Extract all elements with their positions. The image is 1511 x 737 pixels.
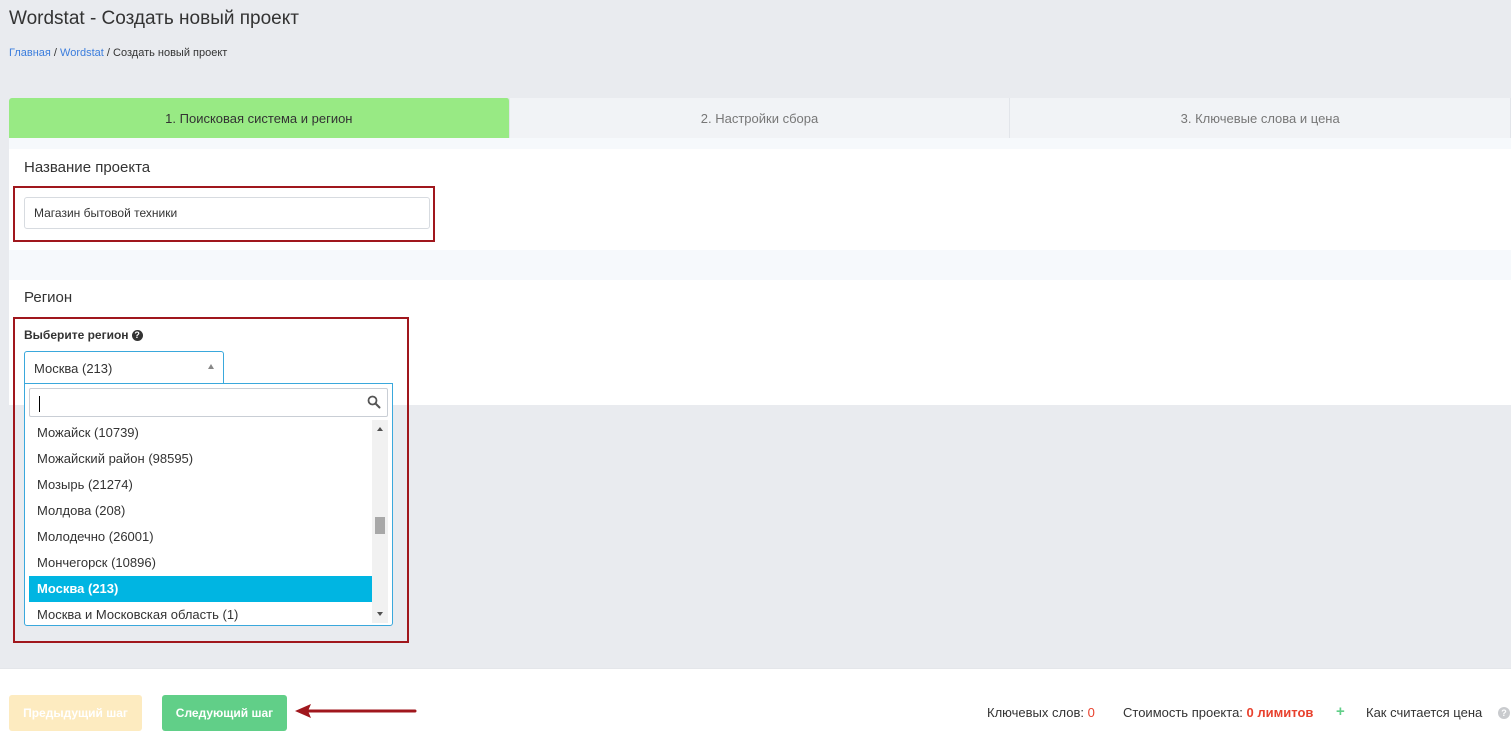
cost-label: Стоимость проекта: bbox=[1123, 705, 1243, 720]
region-option[interactable]: Москва и Московская область (1) bbox=[29, 602, 372, 623]
add-limits-button[interactable]: + bbox=[1336, 703, 1345, 720]
breadcrumb-wordstat-link[interactable]: Wordstat bbox=[60, 47, 104, 59]
tab-search-engine-region[interactable]: 1. Поисковая система и регион bbox=[9, 98, 510, 138]
panel-divider bbox=[9, 138, 1511, 149]
region-label-text: Выберите регион bbox=[24, 328, 129, 342]
cost-value: 0 лимитов bbox=[1246, 705, 1314, 720]
breadcrumb: Главная / Wordstat / Создать новый проек… bbox=[9, 47, 227, 59]
caret-up-icon bbox=[208, 364, 214, 369]
question-circle-icon[interactable]: ? bbox=[131, 329, 143, 341]
region-option[interactable]: Молодечно (26001) bbox=[29, 524, 372, 550]
region-options-list: Можайск (10739) Можайский район (98595) … bbox=[29, 420, 372, 623]
how-price-link[interactable]: Как считается цена bbox=[1366, 705, 1482, 720]
footer-bar: Предыдущий шаг Следующий шаг Ключевых сл… bbox=[0, 668, 1511, 737]
region-field-label: Выберите регион ? bbox=[24, 328, 143, 342]
wizard-tabs: 1. Поисковая система и регион 2. Настрой… bbox=[9, 98, 1511, 138]
region-option[interactable]: Можайский район (98595) bbox=[29, 446, 372, 472]
scroll-up-arrow-icon[interactable] bbox=[377, 427, 383, 431]
arrow-annotation-icon bbox=[295, 704, 417, 718]
scroll-down-arrow-icon[interactable] bbox=[377, 612, 383, 616]
keywords-label: Ключевых слов: bbox=[987, 705, 1084, 720]
region-select[interactable]: Москва (213) bbox=[24, 351, 224, 384]
region-option[interactable]: Мончегорск (10896) bbox=[29, 550, 372, 576]
project-cost: Стоимость проекта: 0 лимитов bbox=[1123, 705, 1313, 720]
tab-collection-settings[interactable]: 2. Настройки сбора bbox=[509, 98, 1011, 138]
text-cursor bbox=[39, 396, 40, 412]
region-search-input[interactable] bbox=[29, 388, 388, 417]
region-title: Регион bbox=[24, 289, 73, 306]
next-step-button[interactable]: Следующий шаг bbox=[162, 695, 287, 731]
project-name-input[interactable]: Магазин бытовой техники bbox=[24, 197, 430, 229]
region-option[interactable]: Можайск (10739) bbox=[29, 420, 372, 446]
tab-keywords-price[interactable]: 3. Ключевые слова и цена bbox=[1010, 98, 1511, 138]
breadcrumb-home-link[interactable]: Главная bbox=[9, 47, 51, 59]
search-icon bbox=[367, 395, 381, 409]
breadcrumb-current: Создать новый проект bbox=[113, 47, 228, 59]
prev-step-button[interactable]: Предыдущий шаг bbox=[9, 695, 142, 731]
help-icon[interactable]: ? bbox=[1498, 707, 1510, 719]
keywords-count: Ключевых слов: 0 bbox=[987, 705, 1095, 720]
breadcrumb-separator: / bbox=[103, 47, 114, 59]
dropdown-scrollbar[interactable] bbox=[372, 420, 388, 623]
region-option[interactable]: Мозырь (21274) bbox=[29, 472, 372, 498]
scrollbar-thumb[interactable] bbox=[375, 517, 385, 534]
project-name-title: Название проекта bbox=[24, 159, 151, 176]
panel-divider bbox=[9, 250, 1511, 280]
region-selected-value: Москва (213) bbox=[34, 360, 113, 376]
breadcrumb-separator: / bbox=[50, 47, 61, 59]
region-option[interactable]: Молдова (208) bbox=[29, 498, 372, 524]
page-title: Wordstat - Создать новый проект bbox=[9, 8, 299, 29]
region-dropdown: Можайск (10739) Можайский район (98595) … bbox=[24, 383, 393, 626]
keywords-value: 0 bbox=[1087, 705, 1095, 720]
region-option-selected[interactable]: Москва (213) bbox=[29, 576, 372, 602]
